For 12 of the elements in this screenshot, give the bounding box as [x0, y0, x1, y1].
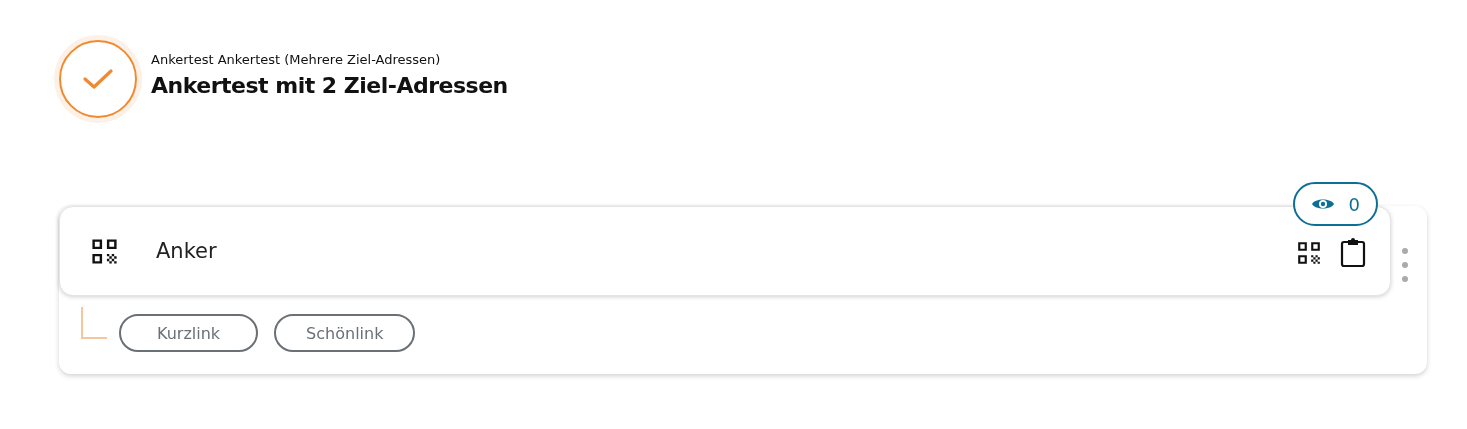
views-badge[interactable]: 0	[1292, 182, 1378, 226]
checkmark-icon	[83, 68, 113, 90]
subtitle: Ankertest Ankertest (Mehrere Ziel-Adressen)	[151, 52, 442, 67]
entry-name: Anker	[156, 239, 217, 263]
link-button[interactable]: Kurzlink	[119, 314, 259, 352]
page-title: Ankertest mit 2 Ziel-Adressen	[151, 73, 508, 98]
tree-connector	[81, 307, 107, 339]
qr-code-icon[interactable]	[1296, 240, 1322, 266]
link-button[interactable]: Schönlink	[274, 314, 416, 352]
clipboard-icon[interactable]	[1340, 238, 1366, 268]
view-count: 0	[1348, 193, 1360, 215]
qr-code-icon	[90, 236, 119, 266]
